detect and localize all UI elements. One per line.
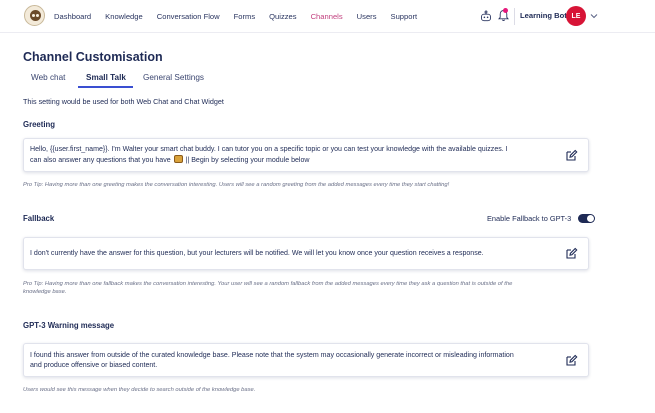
fallback-tip: Pro Tip: Having more than one fallback m…: [23, 281, 513, 295]
nav-item-conversation-flow[interactable]: Conversation Flow: [157, 12, 220, 21]
edit-icon[interactable]: [565, 354, 578, 367]
user-avatar[interactable]: LE: [566, 6, 586, 26]
nav-item-knowledge[interactable]: Knowledge: [105, 12, 143, 21]
nav-item-dashboard[interactable]: Dashboard: [54, 12, 91, 21]
nav-item-forms[interactable]: Forms: [234, 12, 256, 21]
logo-avatar[interactable]: [24, 5, 45, 26]
gpt3-warning-message-box[interactable]: I found this answer from outside of the …: [23, 343, 589, 377]
greeting-title: Greeting: [23, 120, 56, 129]
bot-icon[interactable]: [480, 10, 492, 22]
bot-name[interactable]: Learning Bot: [520, 11, 567, 20]
fallback-message: I don't currently have the answer for th…: [30, 250, 484, 257]
settings-note: This setting would be used for both Web …: [23, 97, 224, 106]
tab-web-chat[interactable]: Web chat: [31, 73, 65, 82]
top-navbar: Dashboard Knowledge Conversation Flow Fo…: [0, 0, 655, 33]
emoji-icon: [173, 155, 183, 163]
nav-item-support[interactable]: Support: [391, 12, 418, 21]
chevron-down-icon[interactable]: [590, 12, 598, 20]
fallback-message-box[interactable]: I don't currently have the answer for th…: [23, 237, 589, 270]
page-title: Channel Customisation: [23, 50, 163, 64]
active-tab-indicator: [78, 86, 133, 88]
notification-dot: [503, 8, 508, 13]
edit-icon[interactable]: [565, 149, 578, 162]
tab-bar: Web chat Small Talk General Settings: [23, 71, 213, 88]
gpt3-warning-tip: Users would see this message when they d…: [23, 387, 256, 393]
greeting-tip: Pro Tip: Having more than one greeting m…: [23, 182, 450, 188]
greeting-message: Hello, {{user.first_name}}. I'm Walter y…: [30, 146, 508, 164]
divider: [514, 8, 515, 25]
fallback-title: Fallback: [23, 214, 55, 223]
toggle-knob: [587, 215, 594, 222]
nav-item-users[interactable]: Users: [357, 12, 377, 21]
edit-icon[interactable]: [565, 247, 578, 260]
tab-small-talk[interactable]: Small Talk: [86, 73, 126, 82]
gpt3-warning-message: I found this answer from outside of the …: [30, 352, 514, 369]
fallback-gpt3-toggle[interactable]: [578, 214, 595, 223]
fallback-gpt3-toggle-label: Enable Fallback to GPT-3: [487, 214, 572, 223]
nav-item-channels[interactable]: Channels: [311, 12, 343, 21]
greeting-message-box[interactable]: Hello, {{user.first_name}}. I'm Walter y…: [23, 138, 589, 172]
gpt3-warning-title: GPT-3 Warning message: [23, 321, 115, 330]
main-nav: Dashboard Knowledge Conversation Flow Fo…: [54, 0, 431, 33]
tab-general-settings[interactable]: General Settings: [143, 73, 204, 82]
nav-item-quizzes[interactable]: Quizzes: [269, 12, 296, 21]
